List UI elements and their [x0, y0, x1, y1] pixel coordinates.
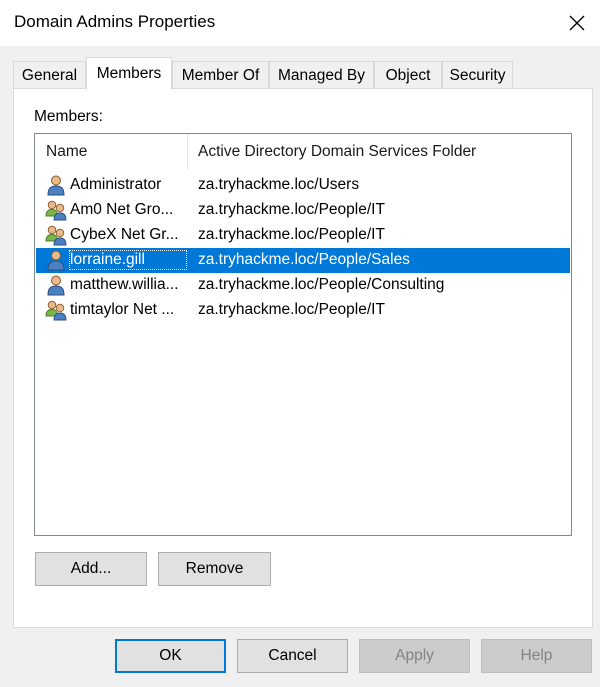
help-button[interactable]: Help	[481, 639, 592, 673]
user-icon	[47, 275, 65, 296]
tab-object[interactable]: Object	[374, 61, 442, 89]
column-header-name[interactable]: Name	[46, 134, 87, 170]
member-name: matthew.willia...	[70, 276, 179, 293]
member-row-am0-net-group[interactable]: Am0 Net Gro... za.tryhackme.loc/People/I…	[36, 198, 570, 223]
ok-button[interactable]: OK	[115, 639, 226, 673]
members-panel: Members: Name Active Directory Domain Se…	[13, 88, 593, 628]
column-divider[interactable]	[187, 134, 188, 170]
window-title: Domain Admins Properties	[14, 12, 216, 31]
members-label: Members:	[34, 108, 103, 125]
members-list[interactable]: Name Active Directory Domain Services Fo…	[34, 133, 572, 536]
member-folder: za.tryhackme.loc/People/Sales	[198, 251, 410, 268]
tab-general[interactable]: General	[13, 61, 86, 89]
close-button[interactable]	[554, 0, 600, 46]
group-icon	[45, 225, 67, 246]
column-header-folder[interactable]: Active Directory Domain Services Folder	[198, 134, 476, 170]
group-icon	[45, 200, 67, 221]
member-row-timtaylor-net-group[interactable]: timtaylor Net ... za.tryhackme.loc/Peopl…	[36, 298, 570, 323]
member-row-lorraine-gill[interactable]: lorraine.gill za.tryhackme.loc/People/Sa…	[36, 248, 570, 273]
member-row-matthew-william[interactable]: matthew.willia... za.tryhackme.loc/Peopl…	[36, 273, 570, 298]
title-bar: Domain Admins Properties	[0, 0, 600, 46]
add-button[interactable]: Add...	[35, 552, 147, 586]
group-icon	[45, 300, 67, 321]
tab-strip: General Members Member Of Managed By Obj…	[13, 57, 593, 90]
member-folder: za.tryhackme.loc/People/IT	[198, 201, 385, 218]
remove-button[interactable]: Remove	[158, 552, 271, 586]
cancel-button[interactable]: Cancel	[237, 639, 348, 673]
member-name: Am0 Net Gro...	[70, 201, 174, 218]
member-row-cybex-net-group[interactable]: CybeX Net Gr... za.tryhackme.loc/People/…	[36, 223, 570, 248]
tab-member-of[interactable]: Member Of	[172, 61, 269, 89]
tab-managed-by[interactable]: Managed By	[269, 61, 374, 89]
apply-button[interactable]: Apply	[359, 639, 470, 673]
member-name: timtaylor Net ...	[70, 301, 175, 318]
member-folder: za.tryhackme.loc/People/Consulting	[198, 276, 445, 293]
user-icon	[47, 175, 65, 196]
member-name: CybeX Net Gr...	[70, 226, 179, 243]
member-row-administrator[interactable]: Administrator za.tryhackme.loc/Users	[36, 173, 570, 198]
member-folder: za.tryhackme.loc/Users	[198, 176, 360, 193]
close-icon	[569, 15, 585, 31]
tab-security[interactable]: Security	[442, 61, 513, 89]
user-icon	[47, 250, 65, 271]
member-name: Administrator	[70, 176, 162, 193]
tab-members[interactable]: Members	[86, 57, 172, 90]
member-name: lorraine.gill	[69, 250, 187, 270]
member-folder: za.tryhackme.loc/People/IT	[198, 301, 385, 318]
member-folder: za.tryhackme.loc/People/IT	[198, 226, 385, 243]
